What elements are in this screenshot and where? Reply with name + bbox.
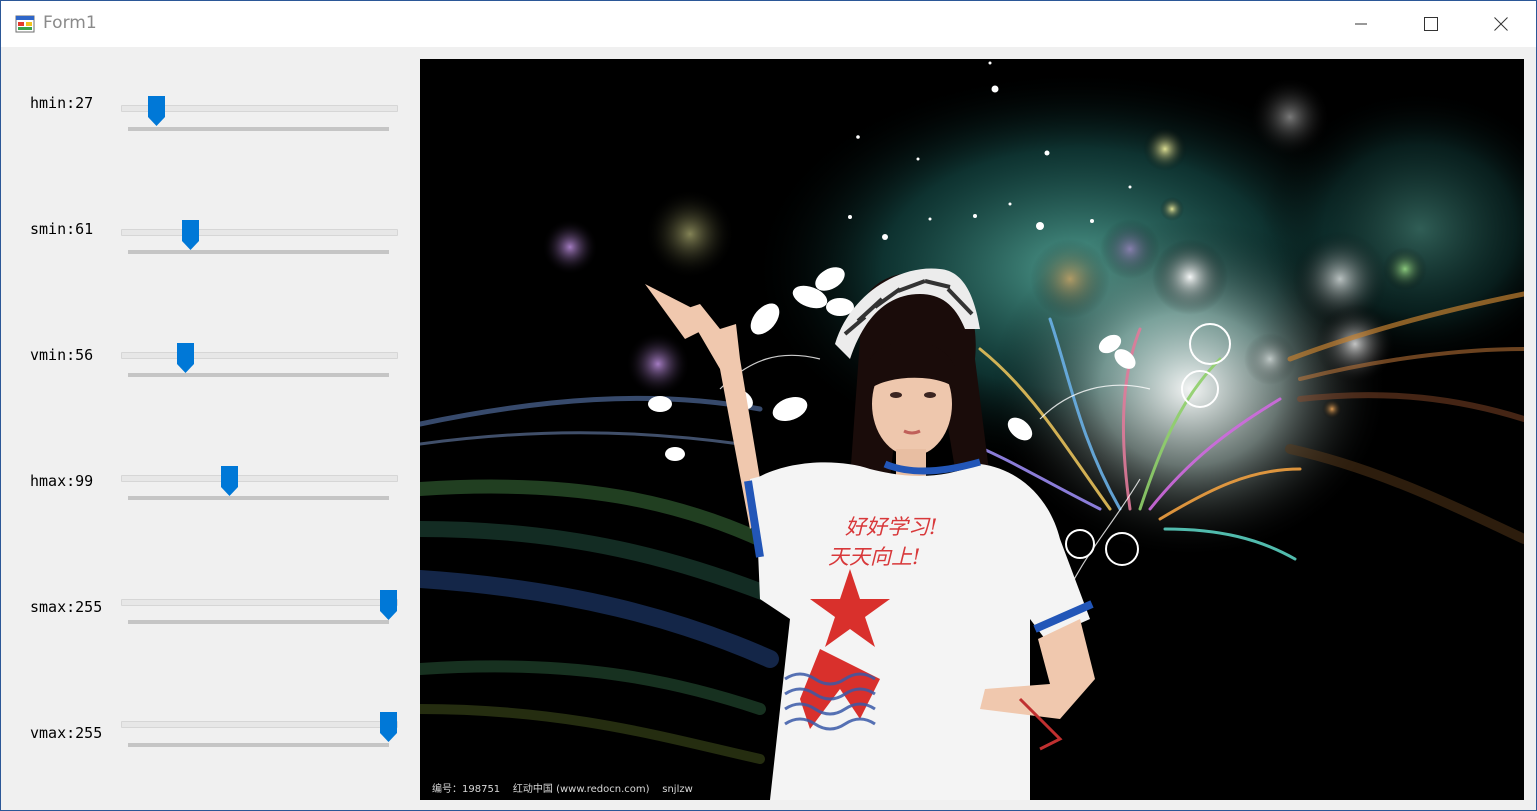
minimize-button[interactable] (1326, 1, 1396, 47)
maximize-icon (1424, 17, 1438, 31)
vmax-trackbar-thumb[interactable] (379, 712, 397, 742)
smax-trackbar-thumb[interactable] (379, 590, 397, 620)
title-bar[interactable]: Form1 (1, 1, 1536, 47)
vmin-trackbar-ticks (128, 373, 389, 377)
close-button[interactable] (1466, 1, 1536, 47)
minimize-icon (1355, 23, 1367, 25)
vmin-label: vmin:56 (30, 346, 94, 364)
hmin-trackbar-thumb[interactable] (147, 96, 165, 126)
smax-trackbar-ticks (128, 620, 389, 624)
hmax-trackbar-ticks (128, 496, 389, 500)
hmax-trackbar-track[interactable] (121, 475, 398, 482)
close-icon (1494, 17, 1508, 31)
smax-label: smax:255 (30, 598, 103, 616)
hmax-label: hmax:99 (30, 472, 94, 490)
vmax-trackbar-ticks (128, 743, 389, 747)
hmin-label: hmin:27 (30, 94, 94, 112)
maximize-button[interactable] (1396, 1, 1466, 47)
smin-label: smin:61 (30, 220, 94, 238)
shirt-text-line-2: 天天向上! (828, 545, 920, 569)
smin-trackbar-track[interactable] (121, 229, 398, 236)
vmax-label: vmax:255 (30, 724, 103, 742)
hmin-trackbar-ticks (128, 127, 389, 131)
smin-trackbar-thumb[interactable] (182, 220, 200, 250)
window-title: Form1 (43, 13, 97, 33)
picture-image: 好好学习! 天天向上! (420, 59, 1524, 800)
smax-trackbar-track[interactable] (121, 599, 398, 606)
form-window: Form1 hmin:27 smin:61 vmin:56 hmax:99 sm… (0, 0, 1537, 811)
vmax-trackbar-track[interactable] (121, 721, 398, 728)
hmax-trackbar-thumb[interactable] (221, 466, 239, 496)
picture-box: 好好学习! 天天向上! 编号：198751 红动中国 (www.redocn.c… (420, 59, 1524, 800)
form-app-icon (15, 15, 35, 33)
vmin-trackbar-track[interactable] (121, 352, 398, 359)
image-credit-text: 编号：198751 红动中国 (www.redocn.com) snjlzw (432, 784, 693, 795)
smin-trackbar-ticks (128, 250, 389, 254)
shirt-text-line-1: 好好学习! (845, 515, 937, 539)
form-client-area: hmin:27 smin:61 vmin:56 hmax:99 smax:255 (1, 47, 1536, 810)
vmin-trackbar-thumb[interactable] (177, 343, 195, 373)
